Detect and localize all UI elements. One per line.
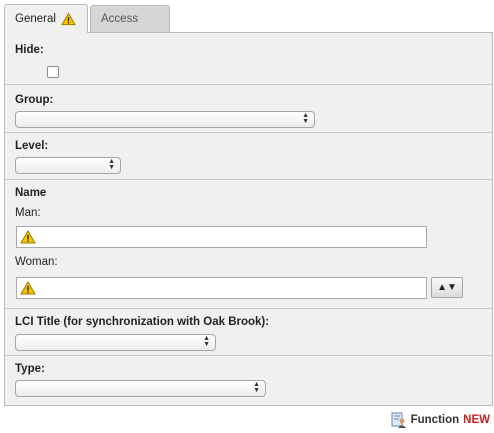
select-arrows-icon: ▲ ▼ bbox=[203, 335, 210, 348]
warning-icon bbox=[61, 12, 76, 26]
group-section: Group: ▲ ▼ bbox=[5, 85, 492, 133]
name-section: Name Man: Woman: ▲▼ bbox=[5, 180, 492, 309]
name-label: Name bbox=[15, 187, 47, 199]
tab-general[interactable]: General bbox=[4, 4, 88, 33]
man-label: Man: bbox=[15, 207, 41, 219]
function-user-icon bbox=[391, 412, 406, 428]
hide-section: Hide: bbox=[5, 33, 492, 85]
man-input[interactable] bbox=[16, 226, 427, 248]
sort-button[interactable]: ▲▼ bbox=[431, 277, 463, 298]
woman-label: Woman: bbox=[15, 256, 58, 268]
warning-icon bbox=[20, 230, 36, 244]
function-new-link[interactable]: Function NEW bbox=[391, 411, 490, 429]
select-arrows-icon: ▲ ▼ bbox=[108, 158, 115, 171]
new-badge: NEW bbox=[463, 414, 490, 426]
function-label: Function bbox=[410, 414, 460, 426]
hide-label: Hide: bbox=[15, 44, 44, 56]
group-label: Group: bbox=[15, 94, 54, 106]
lci-select[interactable]: ▲ ▼ bbox=[15, 334, 216, 351]
warning-icon bbox=[20, 281, 36, 295]
group-select[interactable]: ▲ ▼ bbox=[15, 111, 315, 128]
tab-access-label: Access bbox=[101, 13, 139, 25]
select-arrows-icon: ▲ ▼ bbox=[253, 381, 260, 394]
type-select[interactable]: ▲ ▼ bbox=[15, 380, 266, 397]
level-section: Level: ▲ ▼ bbox=[5, 133, 492, 180]
general-panel: Hide: Group: ▲ ▼ Level: ▲ ▼ Name Man: Woma… bbox=[4, 32, 493, 406]
type-section: Type: ▲ ▼ bbox=[5, 356, 492, 407]
type-label: Type: bbox=[15, 363, 45, 375]
lci-label: LCI Title (for synchronization with Oak … bbox=[15, 316, 270, 328]
level-label: Level: bbox=[15, 140, 49, 152]
lci-section: LCI Title (for synchronization with Oak … bbox=[5, 309, 492, 356]
woman-input[interactable] bbox=[16, 277, 427, 299]
select-arrows-icon: ▲ ▼ bbox=[302, 112, 309, 125]
hide-checkbox[interactable] bbox=[47, 66, 59, 78]
level-select[interactable]: ▲ ▼ bbox=[15, 157, 121, 174]
tab-access[interactable]: Access bbox=[90, 5, 170, 32]
tab-general-label: General bbox=[15, 13, 56, 25]
